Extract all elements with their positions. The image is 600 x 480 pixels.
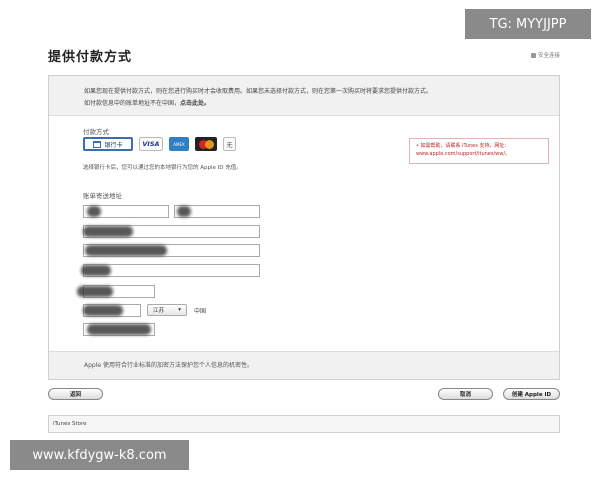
redacted-value: [83, 305, 123, 316]
redacted-value: [177, 206, 191, 217]
click-here-link[interactable]: 点击此处。: [180, 100, 210, 107]
bank-card-note: 选择银行卡后，您可以通过您的本地银行为您的 Apple ID 充值。: [83, 165, 242, 171]
province-select[interactable]: 江苏 ▾: [147, 304, 187, 316]
secure-label: 安全连接: [537, 53, 560, 59]
privacy-note: Apple 使用符合行业标准的加密方法保护您个人信息的机密性。: [84, 362, 253, 369]
redacted-value: [83, 226, 133, 237]
help-url[interactable]: www.apple.com/support/itunes/ww/。: [416, 150, 542, 158]
redacted-value: [81, 265, 111, 276]
country-label: 中国: [194, 308, 207, 315]
secure-connection-indicator: 安全连接: [530, 51, 560, 59]
privacy-strip: Apple 使用符合行业标准的加密方法保护您个人信息的机密性。: [49, 351, 559, 379]
redacted-value: [77, 286, 113, 297]
redacted-value: [87, 324, 151, 335]
redacted-value: [87, 206, 101, 217]
intro-line-2: 如付款信息中的账单地址不在中国，点击此处。: [84, 98, 559, 110]
watermark-tg: TG: MYYJJPP: [465, 9, 591, 39]
payment-options: 银行卡 VISA AMEX 无: [83, 137, 236, 151]
bank-card-label: 银行卡: [104, 141, 123, 149]
select-arrows-icon: ▾: [178, 307, 181, 313]
mastercard-logo-icon-circle: [205, 140, 214, 149]
province-value: 江苏: [153, 308, 165, 314]
back-button[interactable]: 返回: [48, 388, 103, 400]
help-line-1: • 如需帮助，请联系 iTunes 支持，网址：: [416, 143, 510, 149]
watermark-url: www.kfdygw-k8.com: [10, 440, 189, 470]
page-title: 提供付款方式: [48, 50, 133, 65]
lock-icon: [530, 52, 536, 58]
create-apple-id-button[interactable]: 创建 Apple ID: [503, 388, 560, 400]
redacted-value: [85, 245, 167, 256]
bank-icon: [93, 140, 102, 148]
payment-method-label: 付款方式: [83, 128, 109, 136]
payment-option-none[interactable]: 无: [223, 137, 236, 151]
cancel-button[interactable]: 取消: [438, 388, 493, 400]
billing-address-label: 账单寄送地址: [83, 192, 122, 200]
intro-line-2-prefix: 如付款信息中的账单地址不在中国，: [84, 100, 181, 107]
intro-section: 如果您现在提供付款方式，则在您进行购买时才会收取费用。如果您未选择付款方式，则在…: [49, 76, 559, 116]
intro-line-1: 如果您现在提供付款方式，则在您进行购买时才会收取费用。如果您未选择付款方式，则在…: [84, 88, 433, 95]
payment-option-bank-card[interactable]: 银行卡: [83, 137, 133, 151]
payment-panel: 如果您现在提供付款方式，则在您进行购买时才会收取费用。如果您未选择付款方式，则在…: [48, 75, 560, 380]
itunes-store-label: iTunes Store: [53, 421, 87, 427]
payment-option-mastercard[interactable]: [195, 137, 217, 151]
itunes-store-bar: iTunes Store: [48, 415, 560, 433]
help-box: • 如需帮助，请联系 iTunes 支持，网址： www.apple.com/s…: [409, 138, 549, 164]
payment-option-amex[interactable]: AMEX: [169, 137, 189, 151]
payment-option-visa[interactable]: VISA: [139, 137, 163, 151]
